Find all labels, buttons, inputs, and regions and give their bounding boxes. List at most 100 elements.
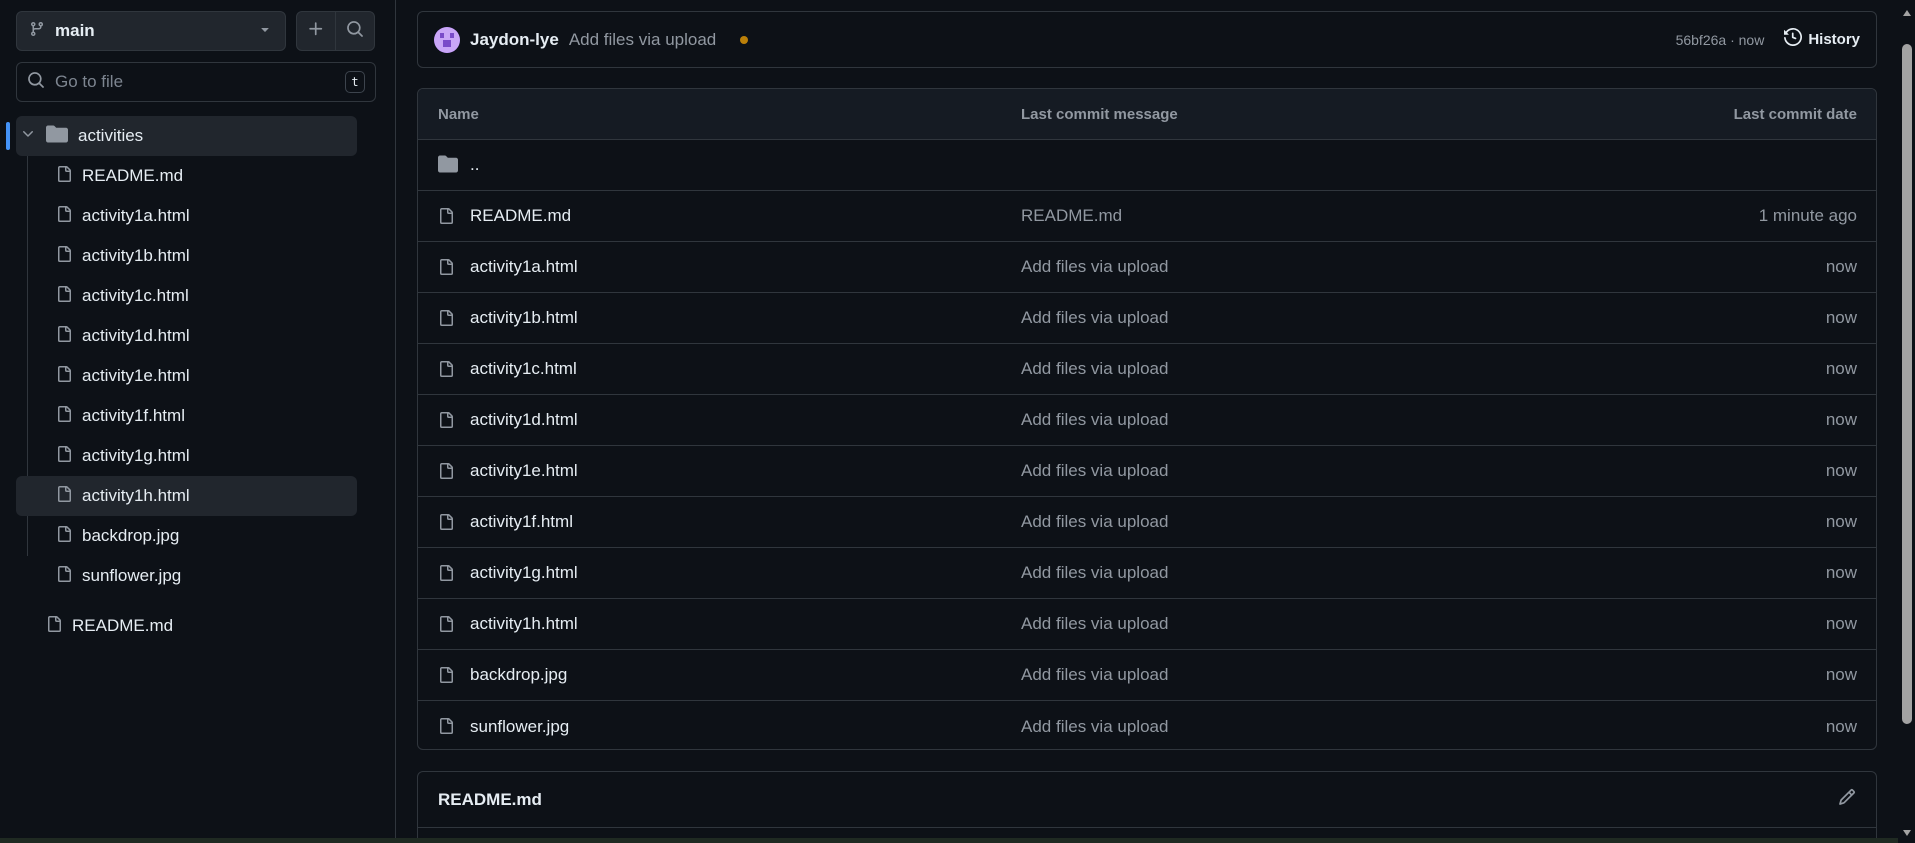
pencil-icon[interactable] [1838, 788, 1856, 811]
tree-item-file[interactable]: README.md [56, 156, 356, 196]
search-code-button[interactable] [335, 11, 375, 51]
tree-item-file[interactable]: activity1e.html [56, 356, 356, 396]
commit-message-link[interactable]: Add files via upload [1021, 410, 1168, 430]
chevron-down-icon[interactable] [20, 126, 36, 147]
file-name-link[interactable]: README.md [470, 206, 571, 226]
commit-message-link[interactable]: Add files via upload [1021, 512, 1168, 532]
table-row[interactable]: activity1h.html Add files via upload now [418, 599, 1876, 650]
commit-date: now [1825, 716, 1857, 736]
tree-folder-activities[interactable]: activities [6, 116, 357, 156]
commit-message-link[interactable]: Add files via upload [569, 30, 716, 50]
commit-meta-group: 56bf26a · now History [1676, 27, 1860, 51]
git-branch-icon [29, 21, 45, 42]
commit-message-link[interactable]: Add files via upload [1021, 257, 1168, 277]
go-to-file-input[interactable] [55, 72, 345, 92]
tree-item-label: activity1h.html [82, 486, 190, 505]
commit-message-link[interactable]: Add files via upload [1021, 717, 1168, 737]
file-icon [438, 258, 454, 281]
scroll-down-arrow-icon[interactable] [1902, 824, 1912, 842]
search-icon [27, 71, 45, 94]
file-list-table: Name Last commit message Last commit dat… [417, 88, 1877, 750]
history-button[interactable]: History [1784, 27, 1860, 51]
table-row[interactable]: activity1g.html Add files via upload now [418, 548, 1876, 599]
file-icon [56, 405, 72, 428]
header-last-commit-message: Last commit message [1021, 105, 1178, 123]
table-row[interactable]: activity1e.html Add files via upload now [418, 446, 1876, 497]
commit-message-link[interactable]: Add files via upload [1021, 359, 1168, 379]
commit-author-link[interactable]: Jaydon-lye [470, 30, 559, 50]
page-scrollbar[interactable] [1898, 0, 1915, 843]
commit-message-link[interactable]: Add files via upload [1021, 665, 1168, 685]
table-row[interactable]: activity1b.html Add files via upload now [418, 293, 1876, 344]
file-name-link[interactable]: backdrop.jpg [470, 665, 567, 685]
search-icon [346, 20, 364, 43]
file-icon [56, 245, 72, 268]
commit-status-dot[interactable] [740, 35, 749, 44]
go-to-file-search[interactable]: t [16, 62, 376, 102]
table-row[interactable]: activity1f.html Add files via upload now [418, 497, 1876, 548]
file-name-link[interactable]: activity1b.html [470, 308, 578, 328]
table-row[interactable]: activity1d.html Add files via upload now [418, 395, 1876, 446]
tree-item-label: sunflower.jpg [82, 566, 182, 585]
tree-item-file[interactable]: activity1f.html [56, 396, 356, 436]
table-row[interactable]: README.md README.md 1 minute ago [418, 191, 1876, 242]
file-name-link[interactable]: activity1g.html [470, 563, 578, 583]
commit-message-link[interactable]: README.md [1021, 206, 1122, 226]
readme-header: README.md [418, 772, 1876, 828]
file-name-link[interactable]: activity1c.html [470, 359, 577, 379]
commit-message-link[interactable]: Add files via upload [1021, 308, 1168, 328]
file-name-link[interactable]: activity1a.html [470, 257, 578, 277]
readme-title[interactable]: README.md [438, 790, 542, 810]
table-row[interactable]: activity1c.html Add files via upload now [418, 344, 1876, 395]
table-row[interactable]: activity1a.html Add files via upload now [418, 242, 1876, 293]
tree-item-file[interactable]: sunflower.jpg [56, 556, 356, 596]
commit-date: now [1825, 410, 1857, 429]
header-last-commit-date: Last commit date [1733, 105, 1857, 123]
file-icon [438, 207, 454, 230]
commit-message-link[interactable]: Add files via upload [1021, 563, 1168, 583]
avatar[interactable] [434, 26, 460, 53]
file-icon [46, 615, 62, 638]
file-name-link[interactable]: activity1f.html [470, 512, 573, 532]
history-label: History [1808, 31, 1860, 48]
file-icon [56, 565, 72, 588]
tree-item-label: activity1d.html [82, 326, 190, 345]
add-file-button[interactable] [296, 11, 336, 51]
tree-item-root-readme[interactable]: README.md [46, 606, 173, 646]
file-icon [56, 525, 72, 548]
scroll-up-arrow-icon[interactable] [1902, 4, 1912, 22]
file-name-link[interactable]: activity1h.html [470, 614, 578, 634]
commit-date: now [1825, 461, 1857, 480]
tree-item-file[interactable]: backdrop.jpg [56, 516, 356, 556]
tree-item-file[interactable]: activity1d.html [56, 316, 356, 356]
parent-directory-row[interactable]: .. [418, 140, 1876, 191]
file-icon [438, 360, 454, 383]
commit-date: now [1825, 665, 1857, 684]
file-icon [56, 485, 72, 508]
table-row[interactable]: backdrop.jpg Add files via upload now [418, 650, 1876, 701]
branch-label: main [55, 21, 95, 40]
commit-message-link[interactable]: Add files via upload [1021, 614, 1168, 634]
file-name-link[interactable]: activity1d.html [470, 410, 578, 430]
file-name-link[interactable]: activity1e.html [470, 461, 578, 481]
tree-item-label: README.md [82, 166, 184, 185]
tree-item-file[interactable]: activity1c.html [56, 276, 356, 316]
commit-hash-time[interactable]: 56bf26a · now [1676, 32, 1765, 48]
tree-item-file[interactable]: activity1h.html [16, 476, 357, 516]
file-name-link[interactable]: sunflower.jpg [470, 717, 569, 737]
keyboard-shortcut-hint: t [345, 71, 365, 93]
parent-directory-link[interactable]: .. [470, 155, 479, 175]
tree-item-label: README.md [72, 616, 174, 635]
commit-date: 1 minute ago [1758, 206, 1857, 225]
table-row[interactable]: sunflower.jpg Add files via upload now [418, 701, 1876, 749]
tree-item-label: activity1c.html [82, 286, 189, 305]
tree-item-file[interactable]: activity1g.html [56, 436, 356, 476]
scrollbar-thumb[interactable] [1902, 44, 1912, 724]
tree-item-file[interactable]: activity1a.html [56, 196, 356, 236]
branch-selector-button[interactable]: main [16, 11, 286, 51]
tree-item-file[interactable]: activity1b.html [56, 236, 356, 276]
file-icon [56, 205, 72, 228]
table-header: Name Last commit message Last commit dat… [418, 89, 1876, 140]
file-icon [438, 411, 454, 434]
commit-message-link[interactable]: Add files via upload [1021, 461, 1168, 481]
